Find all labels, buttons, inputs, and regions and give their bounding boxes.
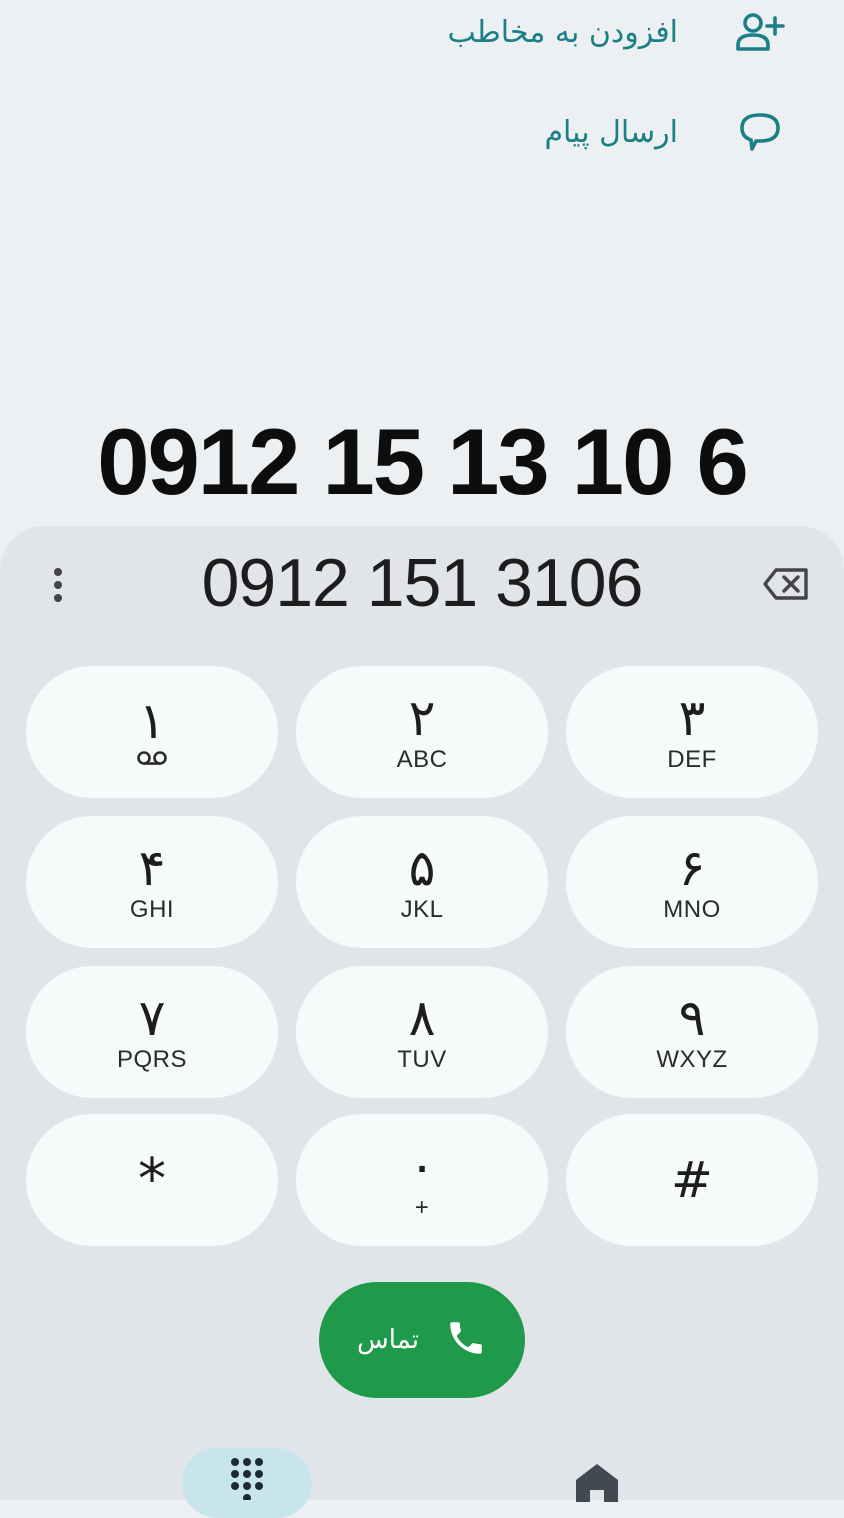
key-digit: ۰ <box>408 1137 436 1195</box>
call-button[interactable]: تماس <box>319 1282 525 1398</box>
home-icon <box>576 1464 618 1502</box>
key-digit: ۳ <box>678 689 706 747</box>
person-add-icon <box>734 6 786 58</box>
formatted-number-display: 0912 15 13 10 6 <box>97 409 749 514</box>
key-hash[interactable]: # <box>566 1114 818 1246</box>
key-letters: MNO <box>663 896 721 923</box>
key-9[interactable]: ۹ WXYZ <box>566 966 818 1098</box>
key-digit: * <box>138 1147 166 1212</box>
dialpad-icon <box>231 1458 263 1500</box>
key-3[interactable]: ۳ DEF <box>566 666 818 798</box>
key-letters: TUV <box>397 1046 447 1073</box>
key-digit: ۴ <box>138 839 166 897</box>
send-message-label: ارسال پیام <box>544 114 678 150</box>
key-digit: ۸ <box>408 989 436 1047</box>
key-letters: WXYZ <box>656 1046 728 1073</box>
dialed-number-input[interactable]: 0912 151 3106 <box>120 544 724 624</box>
call-button-label: تماس <box>357 1325 419 1355</box>
key-letters: JKL <box>400 896 444 923</box>
phone-icon <box>445 1317 487 1363</box>
backspace-icon <box>763 568 808 600</box>
key-1[interactable]: ۱ <box>26 666 278 798</box>
key-4[interactable]: ۴ GHI <box>26 816 278 948</box>
key-letters: + <box>414 1194 430 1221</box>
key-digit: ۵ <box>408 839 436 897</box>
key-digit: ۱ <box>138 692 166 750</box>
key-letters: PQRS <box>116 1046 187 1073</box>
add-to-contacts-action[interactable]: افزودن به مخاطب <box>447 2 786 62</box>
nav-keypad-tab[interactable] <box>182 1448 312 1518</box>
key-digit: ۹ <box>678 989 706 1047</box>
nav-home-tab[interactable] <box>574 1462 620 1502</box>
key-0[interactable]: ۰ + <box>296 1114 548 1246</box>
key-digit: ۲ <box>408 689 436 747</box>
key-8[interactable]: ۸ TUV <box>296 966 548 1098</box>
key-5[interactable]: ۵ JKL <box>296 816 548 948</box>
key-6[interactable]: ۶ MNO <box>566 816 818 948</box>
key-digit: ۶ <box>678 839 706 897</box>
add-to-contacts-label: افزودن به مخاطب <box>447 14 678 50</box>
message-bubble-icon <box>734 106 786 158</box>
backspace-button[interactable] <box>756 560 816 608</box>
send-message-action[interactable]: ارسال پیام <box>544 102 786 162</box>
key-letters: GHI <box>129 896 175 923</box>
more-options-button[interactable] <box>38 565 78 605</box>
key-letters: ABC <box>396 746 448 773</box>
key-letters: DEF <box>667 746 717 773</box>
voicemail-icon <box>136 749 168 771</box>
key-2[interactable]: ۲ ABC <box>296 666 548 798</box>
more-vert-icon <box>54 568 62 602</box>
key-digit: # <box>671 1151 713 1209</box>
key-7[interactable]: ۷ PQRS <box>26 966 278 1098</box>
key-digit: ۷ <box>138 989 166 1047</box>
key-star[interactable]: * <box>26 1114 278 1246</box>
